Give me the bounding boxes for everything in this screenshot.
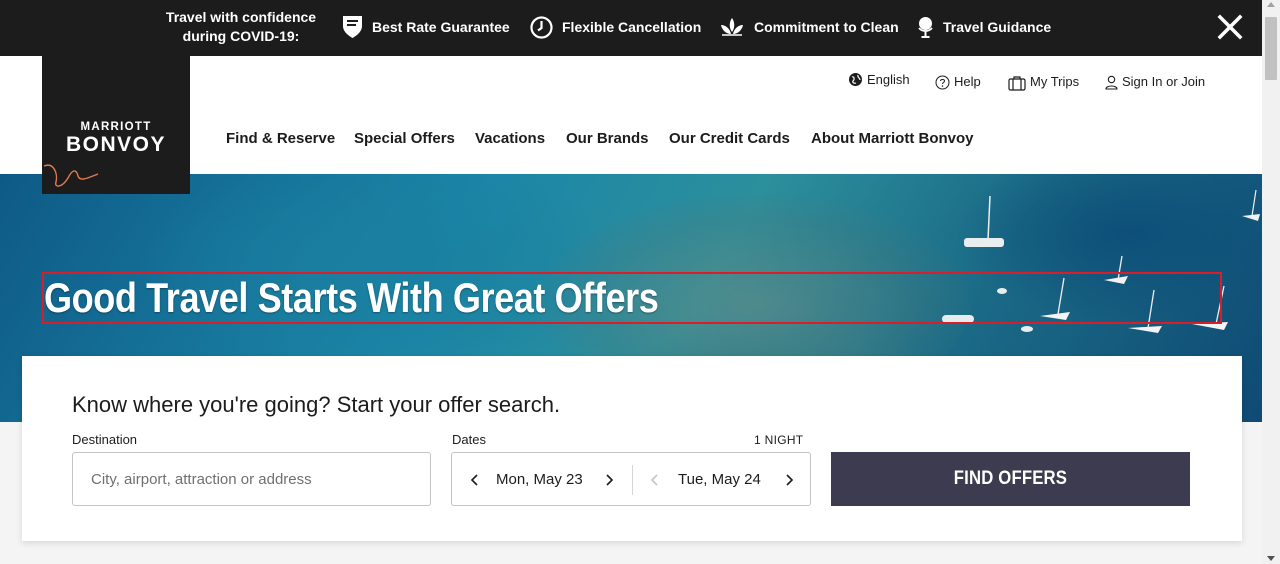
check-in-date[interactable]: Mon, May 23 [496, 471, 583, 488]
scroll-up-arrow[interactable] [1267, 2, 1275, 7]
sailboat-image [964, 195, 1004, 247]
date-divider [632, 465, 633, 495]
chevron-left-icon[interactable] [468, 473, 482, 487]
clock-icon [530, 15, 553, 39]
help-circle-icon [935, 75, 950, 90]
dates-picker[interactable]: Mon, May 23 Tue, May 24 [451, 452, 811, 506]
destination-label: Destination [72, 432, 138, 447]
logo-swirl-icon [43, 164, 99, 187]
sailboat-image [1040, 277, 1070, 320]
user-icon [1105, 75, 1118, 90]
nav-about-marriott-bonvoy[interactable]: About Marriott Bonvoy [811, 130, 974, 147]
nav-find-reserve[interactable]: Find & Reserve [226, 130, 335, 147]
chevron-right-icon[interactable] [602, 473, 616, 487]
shield-flag-icon [343, 16, 362, 38]
sailboat-image [1021, 326, 1033, 332]
globe-icon [849, 73, 862, 86]
best-rate-guarantee-link[interactable]: Best Rate Guarantee [342, 14, 510, 40]
covid-banner-title: Travel with confidence during COVID-19: [165, 9, 317, 44]
sign-in-link[interactable]: Sign In or Join [1105, 72, 1205, 90]
page-scrollbar[interactable] [1262, 0, 1280, 564]
check-out-date[interactable]: Tue, May 24 [678, 471, 761, 488]
lotus-icon [721, 18, 743, 36]
nav-vacations[interactable]: Vacations [475, 130, 545, 147]
sailboat-image [1242, 189, 1260, 221]
chevron-right-icon[interactable] [782, 473, 796, 487]
nav-our-brands[interactable]: Our Brands [566, 130, 649, 147]
close-icon[interactable] [1217, 14, 1243, 40]
search-title: Know where you're going? Start your offe… [72, 392, 561, 417]
sailboat-image [997, 288, 1007, 294]
globe-stand-icon [918, 17, 933, 38]
marriott-bonvoy-logo[interactable]: MARRIOTT BONVOY [42, 56, 190, 194]
sailboat-image [1104, 255, 1128, 284]
covid-banner: Travel with confidence during COVID-19: … [0, 0, 1262, 56]
find-offers-button[interactable]: FIND OFFERS [831, 452, 1190, 506]
dates-label: Dates [452, 432, 486, 447]
sailboat-image [1128, 289, 1162, 333]
language-link[interactable]: English [848, 72, 910, 87]
nights-count: 1 NIGHT [754, 433, 804, 447]
scroll-down-arrow[interactable] [1267, 556, 1275, 561]
hero-headline: Good Travel Starts With Great Offers [44, 274, 659, 321]
nav-our-credit-cards[interactable]: Our Credit Cards [669, 130, 790, 147]
flexible-cancellation-link[interactable]: Flexible Cancellation [530, 14, 701, 40]
destination-input[interactable] [72, 452, 431, 506]
offer-search-card [22, 356, 1242, 541]
help-link[interactable]: Help [935, 72, 981, 90]
sailboat-image [1192, 285, 1228, 330]
chevron-left-icon [650, 474, 658, 486]
travel-guidance-link[interactable]: Travel Guidance [917, 14, 1051, 40]
my-trips-link[interactable]: My Trips [1008, 72, 1079, 91]
suitcase-icon [1008, 76, 1026, 91]
scroll-thumb[interactable] [1265, 17, 1277, 80]
commitment-to-clean-link[interactable]: Commitment to Clean [719, 14, 899, 40]
nav-special-offers[interactable]: Special Offers [354, 130, 455, 147]
sailboat-image [942, 315, 974, 323]
